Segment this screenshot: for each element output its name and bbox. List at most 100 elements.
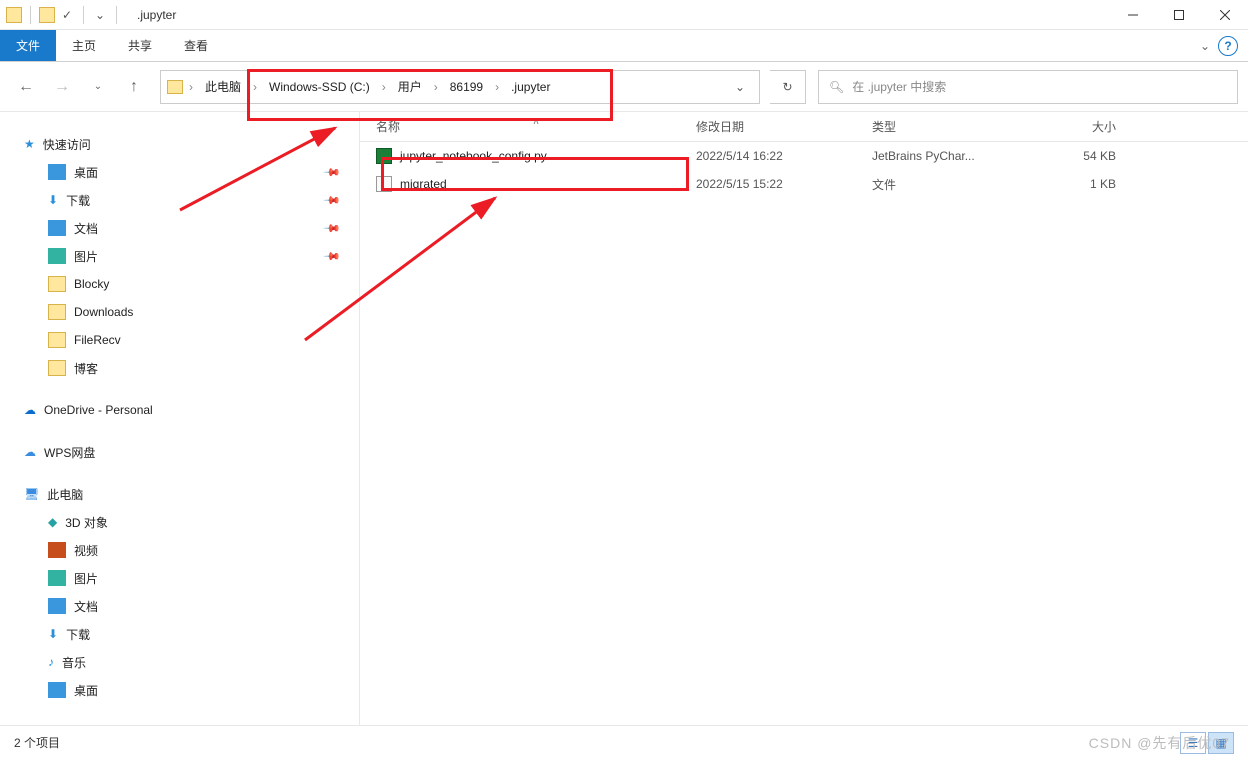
sidebar-pictures[interactable]: 图片📌 — [0, 242, 359, 270]
table-row[interactable]: migrated 2022/5/15 15:22 文件 1 KB — [360, 170, 1248, 198]
sidebar-downloads-en[interactable]: Downloads — [0, 298, 359, 326]
sidebar-pictures2[interactable]: 图片 — [0, 564, 359, 592]
sidebar-onedrive[interactable]: ☁ OneDrive - Personal — [0, 396, 359, 424]
music-icon: ♪ — [48, 655, 54, 669]
sidebar-downloads[interactable]: ⬇下载📌 — [0, 186, 359, 214]
watermark: CSDN @先有后优07 — [1089, 733, 1230, 753]
sidebar-item-label: 下载 — [66, 192, 90, 209]
document-icon — [48, 598, 66, 614]
crumb-drive[interactable]: Windows-SSD (C:) — [263, 76, 376, 98]
file-size: 54 KB — [1030, 149, 1116, 163]
sidebar-item-label: Downloads — [74, 305, 133, 319]
download-icon: ⬇ — [48, 627, 58, 641]
ribbon-expand-icon[interactable]: ⌄ — [1200, 39, 1210, 53]
sidebar-item-label: 此电脑 — [47, 486, 83, 503]
col-header-date[interactable]: 修改日期 — [696, 118, 872, 135]
crumb-jupyter[interactable]: .jupyter — [505, 76, 556, 98]
maximize-button[interactable] — [1156, 0, 1202, 30]
3d-icon: ◆ — [48, 515, 57, 529]
sidebar-documents[interactable]: 文档📌 — [0, 214, 359, 242]
picture-icon — [48, 570, 66, 586]
chevron-right-icon[interactable]: › — [251, 80, 259, 94]
back-button[interactable]: ← — [10, 71, 42, 103]
sidebar-item-label: 3D 对象 — [65, 514, 108, 531]
address-dropdown-icon[interactable]: ⌄ — [727, 80, 753, 94]
file-size: 1 KB — [1030, 177, 1116, 191]
sidebar-blog[interactable]: 博客 — [0, 354, 359, 382]
sidebar-3d[interactable]: ◆ 3D 对象 — [0, 508, 359, 536]
tab-file[interactable]: 文件 — [0, 30, 56, 61]
tab-view[interactable]: 查看 — [168, 30, 224, 61]
window-title: .jupyter — [137, 8, 176, 22]
crumb-user[interactable]: 86199 — [444, 76, 489, 98]
crumb-thispc[interactable]: 此电脑 — [199, 74, 247, 99]
generic-file-icon — [376, 176, 392, 192]
minimize-button[interactable] — [1110, 0, 1156, 30]
forward-button[interactable]: → — [46, 71, 78, 103]
sort-indicator-icon: ˄ — [533, 117, 539, 128]
chevron-right-icon[interactable]: › — [380, 80, 388, 94]
search-input[interactable]: 🔍︎ 在 .jupyter 中搜索 — [818, 70, 1238, 104]
tab-home[interactable]: 主页 — [56, 30, 112, 61]
search-icon: 🔍︎ — [829, 80, 844, 94]
video-icon — [48, 542, 66, 558]
sidebar-thispc[interactable]: 🖥此电脑 — [0, 480, 359, 508]
table-row[interactable]: jupyter_notebook_config.py 2022/5/14 16:… — [360, 142, 1248, 170]
sidebar-item-label: 音乐 — [62, 654, 86, 671]
folder-icon — [48, 276, 66, 292]
sidebar-music[interactable]: ♪ 音乐 — [0, 648, 359, 676]
qat-folder-icon[interactable] — [39, 7, 55, 23]
sidebar-desktop2[interactable]: 桌面 — [0, 676, 359, 704]
sidebar-item-label: 博客 — [74, 360, 98, 377]
file-name: migrated — [400, 177, 447, 191]
desktop-icon — [48, 164, 66, 180]
sidebar-wps[interactable]: ☁WPS网盘 — [0, 438, 359, 466]
cloud-icon: ☁ — [24, 403, 36, 417]
ribbon: 文件 主页 共享 查看 ⌄ ? — [0, 30, 1248, 62]
sidebar-item-label: OneDrive - Personal — [44, 403, 153, 417]
col-header-type[interactable]: 类型 — [872, 118, 1030, 135]
sidebar-desktop[interactable]: 桌面 📌 — [0, 158, 359, 186]
sidebar-videos[interactable]: 视频 — [0, 536, 359, 564]
sidebar-item-label: 下载 — [66, 626, 90, 643]
address-bar[interactable]: › 此电脑 › Windows-SSD (C:) › 用户 › 86199 › … — [160, 70, 760, 104]
sidebar-item-label: FileRecv — [74, 333, 121, 347]
sidebar-item-label: 视频 — [74, 542, 98, 559]
sidebar-quick-access[interactable]: ★快速访问 — [0, 130, 359, 158]
tab-share[interactable]: 共享 — [112, 30, 168, 61]
help-icon[interactable]: ? — [1218, 36, 1238, 56]
column-headers[interactable]: 名称˄ 修改日期 类型 大小 — [360, 112, 1248, 142]
sidebar-filerecv[interactable]: FileRecv — [0, 326, 359, 354]
sidebar-documents2[interactable]: 文档 — [0, 592, 359, 620]
refresh-button[interactable]: ↻ — [770, 70, 806, 104]
sidebar-item-label: 图片 — [74, 248, 98, 265]
chevron-right-icon[interactable]: › — [493, 80, 501, 94]
address-folder-icon — [167, 80, 183, 94]
pin-icon: 📌 — [323, 163, 342, 182]
recent-dropdown[interactable]: ⌄ — [82, 71, 114, 103]
sidebar-item-label: 文档 — [74, 598, 98, 615]
desktop-icon — [48, 682, 66, 698]
sidebar-item-label: WPS网盘 — [44, 444, 95, 461]
close-button[interactable] — [1202, 0, 1248, 30]
navigation-pane[interactable]: ★快速访问 桌面📌 ⬇下载📌 文档📌 图片📌 Blocky Downloads … — [0, 112, 360, 725]
folder-icon — [48, 304, 66, 320]
up-button[interactable]: ↑ — [118, 71, 150, 103]
sidebar-downloads2[interactable]: ⬇ 下载 — [0, 620, 359, 648]
qat-dropdown-icon[interactable]: ⌄ — [92, 7, 108, 23]
status-bar: 2 个项目 ☰ ▦ — [0, 725, 1248, 759]
chevron-right-icon[interactable]: › — [432, 80, 440, 94]
sidebar-item-label: Blocky — [74, 277, 109, 291]
crumb-users[interactable]: 用户 — [392, 74, 428, 99]
qat-check-icon[interactable]: ✓ — [59, 7, 75, 23]
col-header-name[interactable]: 名称˄ — [376, 118, 696, 135]
download-icon: ⬇ — [48, 193, 58, 207]
document-icon — [48, 220, 66, 236]
sidebar-item-label: 桌面 — [74, 164, 98, 181]
folder-icon — [48, 360, 66, 376]
chevron-right-icon[interactable]: › — [187, 80, 195, 94]
sidebar-blocky[interactable]: Blocky — [0, 270, 359, 298]
col-header-size[interactable]: 大小 — [1030, 118, 1116, 135]
search-placeholder: 在 .jupyter 中搜索 — [852, 78, 946, 95]
folder-icon — [48, 332, 66, 348]
